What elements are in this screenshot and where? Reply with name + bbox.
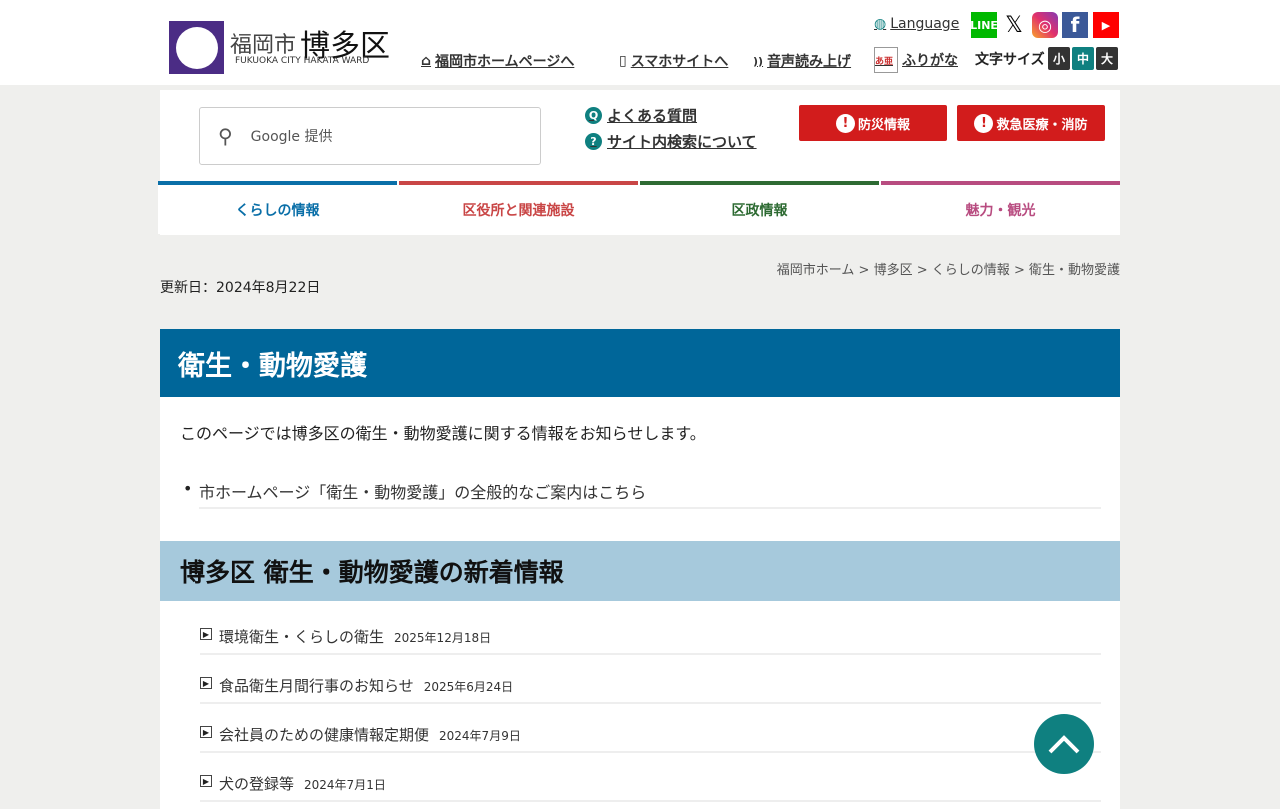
news-item: ▶ 環境衛生・くらしの衛生 2025年12月18日 xyxy=(200,626,1101,655)
youtube-icon[interactable]: ▶ xyxy=(1093,12,1119,38)
alert-icon: ! xyxy=(835,113,855,133)
smartphone-icon: ▯ xyxy=(619,53,627,69)
city-info-item: 市ホームページ「衛生・動物愛護」の全般的なご案内はこちら xyxy=(183,479,1101,509)
language-link-label: Language xyxy=(890,16,960,32)
site-logo[interactable]: 福岡市 博多区 FUKUOKA CITY HAKATA WARD xyxy=(169,21,390,74)
page-title: 衛生・動物愛護 xyxy=(160,329,1120,397)
search-placeholder: Google 提供 xyxy=(250,129,333,145)
news-date: 2024年7月1日 xyxy=(304,778,386,792)
search-help-label: サイト内検索について xyxy=(607,133,757,151)
news-date: 2024年7月9日 xyxy=(439,729,521,743)
chevron-up-icon xyxy=(1048,735,1080,754)
arrow-icon: ▶ xyxy=(200,677,212,689)
help-icon: ? xyxy=(585,133,602,150)
breadcrumb-sep: > xyxy=(916,263,928,278)
breadcrumb-sep: > xyxy=(858,263,870,278)
alert-icon: ! xyxy=(974,113,994,133)
speaker-icon: )) xyxy=(753,54,764,68)
news-link[interactable]: 環境衛生・くらしの衛生 2025年12月18日 xyxy=(219,628,491,646)
breadcrumb-ward[interactable]: 博多区 xyxy=(874,263,913,278)
breadcrumb-sep: > xyxy=(1013,263,1025,278)
logo-english: FUKUOKA CITY HAKATA WARD xyxy=(235,56,370,66)
logo-city: 福岡市 xyxy=(230,33,297,58)
font-size-large-button[interactable]: 大 xyxy=(1096,47,1118,70)
font-size-medium-button[interactable]: 中 xyxy=(1072,47,1094,70)
news-link[interactable]: 食品衛生月間行事のお知らせ 2025年6月24日 xyxy=(219,677,513,695)
disaster-info-button[interactable]: ! 防災情報 xyxy=(799,105,947,141)
smartphone-link[interactable]: ▯ スマホサイトへ xyxy=(619,51,728,71)
search-panel: ⚲ Google 提供 Q よくある質問 ? サイト内検索について ! 防災情報 ! 救急… xyxy=(158,90,1120,235)
home-link-label: 福岡市ホームページへ xyxy=(435,54,575,70)
breadcrumb-living[interactable]: くらしの情報 xyxy=(932,263,1010,278)
site-header: 福岡市 博多区 FUKUOKA CITY HAKATA WARD ⌂ 福岡市ホーム… xyxy=(0,0,1280,85)
news-link[interactable]: 犬の登録等 2024年7月1日 xyxy=(219,775,386,793)
search-input[interactable]: ⚲ Google 提供 xyxy=(199,107,541,165)
news-date: 2025年6月24日 xyxy=(423,680,514,694)
news-title: 食品衛生月間行事のお知らせ xyxy=(219,677,414,695)
news-item: ▶ 食品衛生月間行事のお知らせ 2025年6月24日 xyxy=(200,675,1101,704)
news-title: 環境衛生・くらしの衛生 xyxy=(219,628,385,646)
news-item: ▶ 犬の登録等 2024年7月1日 xyxy=(200,773,1101,802)
home-icon: ⌂ xyxy=(421,53,432,69)
language-link[interactable]: ◍ Language xyxy=(874,16,959,32)
breadcrumb-home[interactable]: 福岡市ホーム xyxy=(777,263,855,278)
faq-label: よくある質問 xyxy=(607,107,698,125)
city-info-link[interactable]: 市ホームページ「衛生・動物愛護」の全般的なご案内はこちら xyxy=(199,483,646,502)
font-size-label: 文字サイズ xyxy=(975,52,1045,68)
nav-tab-admin[interactable]: 区政情報 xyxy=(640,181,879,234)
nav-tab-tourism[interactable]: 魅力・観光 xyxy=(881,181,1120,234)
news-title: 会社員のための健康情報定期便 xyxy=(219,726,430,744)
globe-icon: ◍ xyxy=(874,16,887,32)
speech-link[interactable]: )) 音声読み上げ xyxy=(753,51,851,71)
arrow-icon: ▶ xyxy=(200,726,212,738)
disaster-label: 防災情報 xyxy=(857,117,910,133)
back-to-top-button[interactable] xyxy=(1034,714,1094,774)
nav-tab-facilities[interactable]: 区役所と関連施設 xyxy=(399,181,638,234)
breadcrumb-current: 衛生・動物愛護 xyxy=(1028,263,1120,278)
arrow-icon: ▶ xyxy=(200,628,212,640)
smartphone-link-label: スマホサイトへ xyxy=(630,54,729,70)
main-content: 衛生・動物愛護 このページでは博多区の衛生・動物愛護に関する情報をお知らせします… xyxy=(160,329,1120,809)
news-date: 2025年12月18日 xyxy=(394,631,492,645)
faq-icon: Q xyxy=(585,107,602,124)
arrow-icon: ▶ xyxy=(200,775,212,787)
furigana-link[interactable]: あ亜 ふりがな xyxy=(874,47,958,73)
furigana-link-label: ふりがな xyxy=(902,53,958,69)
instagram-icon[interactable]: ◎ xyxy=(1032,12,1058,38)
updated-date: 更新日：2024年8月22日 xyxy=(160,280,321,296)
faq-link[interactable]: Q よくある質問 xyxy=(585,105,697,126)
home-link[interactable]: ⌂ 福岡市ホームページへ xyxy=(421,51,574,71)
x-icon[interactable]: 𝕏 xyxy=(1001,12,1027,38)
news-link[interactable]: 会社員のための健康情報定期便 2024年7月9日 xyxy=(219,726,521,744)
news-heading: 博多区 衛生・動物愛護の新着情報 xyxy=(160,541,1120,601)
search-icon: ⚲ xyxy=(218,124,233,148)
search-help-link[interactable]: ? サイト内検索について xyxy=(585,131,757,152)
font-size-small-button[interactable]: 小 xyxy=(1048,47,1070,70)
line-icon[interactable]: LINE xyxy=(970,12,998,38)
news-item: ▶ 会社員のための健康情報定期便 2024年7月9日 xyxy=(200,724,1101,753)
intro-text: このページでは博多区の衛生・動物愛護に関する情報をお知らせします。 xyxy=(180,424,706,443)
speech-link-label: 音声読み上げ xyxy=(767,54,852,70)
nav-tab-living[interactable]: くらしの情報 xyxy=(158,181,397,234)
news-title: 犬の登録等 xyxy=(219,775,295,793)
furigana-icon: あ亜 xyxy=(874,47,898,73)
facebook-icon[interactable]: f xyxy=(1062,12,1088,38)
city-emblem-icon xyxy=(169,21,224,74)
breadcrumb: 福岡市ホーム > 博多区 > くらしの情報 > 衛生・動物愛護 xyxy=(777,259,1120,278)
emergency-label: 救急医療・消防 xyxy=(996,117,1088,133)
emergency-button[interactable]: ! 救急医療・消防 xyxy=(957,105,1105,141)
